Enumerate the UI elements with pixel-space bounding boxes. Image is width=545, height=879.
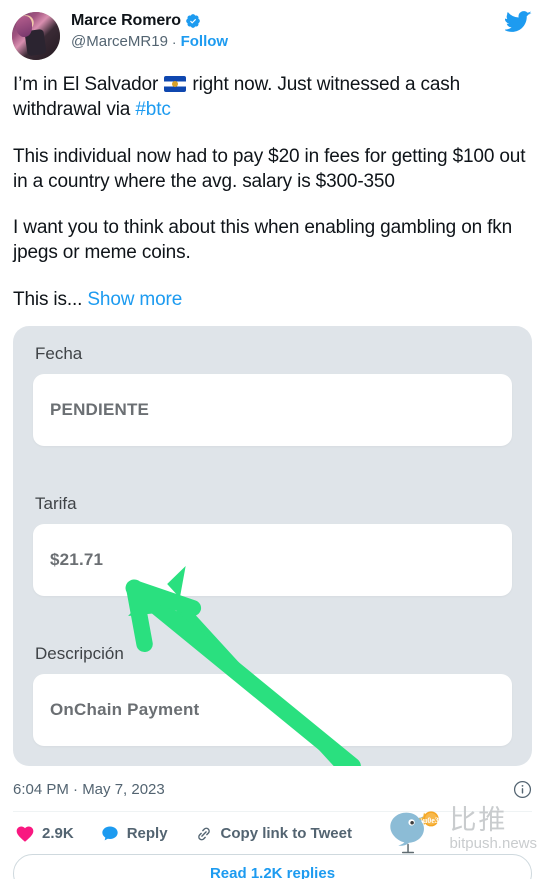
link-chain-icon	[194, 824, 214, 844]
author-handle: @MarceMR19	[71, 33, 168, 50]
tweet-paragraph-3: I want you to think about this when enab…	[13, 217, 513, 264]
display-name: Marce Romero	[71, 12, 181, 29]
tweet-timestamp: 6:04 PM · May 7, 2023	[13, 780, 165, 798]
field-spacer	[33, 464, 512, 494]
author-name-row: Marce Romero	[71, 11, 228, 31]
field-label-fecha: Fecha	[35, 343, 83, 363]
tweet-paragraph-4: This is... Show more	[13, 287, 532, 312]
verified-badge-icon	[185, 13, 201, 29]
field-box-tarifa: $21.71	[33, 523, 512, 596]
tweet-text-part: I’m in El Salvador	[13, 74, 164, 95]
copy-link-label: Copy link to Tweet	[220, 825, 352, 843]
avatar[interactable]	[12, 12, 60, 60]
handle-separator: ·	[171, 33, 177, 50]
tweet-paragraph-1: I’m in El Salvador right now. Just witne…	[13, 72, 532, 123]
show-more-link[interactable]: Show more	[87, 289, 182, 310]
reply-action[interactable]: Reply	[100, 824, 168, 844]
field-value-tarifa: $21.71	[50, 549, 104, 569]
tweet-text-part: This is...	[13, 288, 83, 310]
embedded-media-image[interactable]: Fecha PENDIENTE Tarifa $21.71 Descripció…	[13, 325, 532, 766]
copy-link-action[interactable]: Copy link to Tweet	[194, 824, 352, 844]
tweet-footer: 6:04 PM · May 7, 2023 2.9K Reply Copy li…	[0, 766, 545, 879]
follow-button[interactable]: Follow	[181, 33, 229, 52]
field-box-fecha: PENDIENTE	[33, 373, 512, 446]
heart-icon	[15, 824, 35, 844]
field-group-fecha: Fecha PENDIENTE	[33, 344, 512, 446]
engagement-actions: 2.9K Reply Copy link to Tweet	[13, 812, 532, 854]
author-info: Marce Romero @MarceMR19 · Follow	[71, 10, 228, 52]
tweet-paragraph-2: This individual now had to pay $20 in fe…	[13, 145, 526, 192]
info-circle-icon[interactable]	[513, 780, 532, 799]
read-replies-button[interactable]: Read 1.2K replies	[13, 853, 532, 879]
like-count: 2.9K	[42, 825, 74, 843]
reply-label: Reply	[126, 825, 168, 843]
field-group-descripcion: Descripción OnChain Payment	[33, 644, 512, 746]
tweet-text: I’m in El Salvador right now. Just witne…	[0, 60, 545, 312]
field-box-descripcion: OnChain Payment	[33, 673, 512, 746]
field-spacer	[33, 614, 512, 644]
reply-bubble-icon	[100, 824, 120, 844]
timestamp-row: 6:04 PM · May 7, 2023	[13, 766, 532, 811]
author-handle-row: @MarceMR19 · Follow	[71, 33, 228, 52]
field-value-fecha: PENDIENTE	[50, 399, 150, 419]
hashtag-btc-link[interactable]: #btc	[135, 99, 170, 120]
field-value-descripcion: OnChain Payment	[50, 699, 200, 719]
like-action[interactable]: 2.9K	[15, 824, 74, 844]
field-label-descripcion: Descripción	[35, 643, 124, 663]
tweet-header: Marce Romero @MarceMR19 · Follow	[0, 0, 545, 60]
field-group-tarifa: Tarifa $21.71	[33, 494, 512, 596]
twitter-bird-icon[interactable]	[503, 8, 532, 35]
field-label-tarifa: Tarifa	[35, 493, 77, 513]
el-salvador-flag-icon	[164, 76, 187, 92]
user-avatar-photo	[12, 12, 60, 60]
tweet-card: Marce Romero @MarceMR19 · Follow I’m in …	[0, 0, 545, 879]
